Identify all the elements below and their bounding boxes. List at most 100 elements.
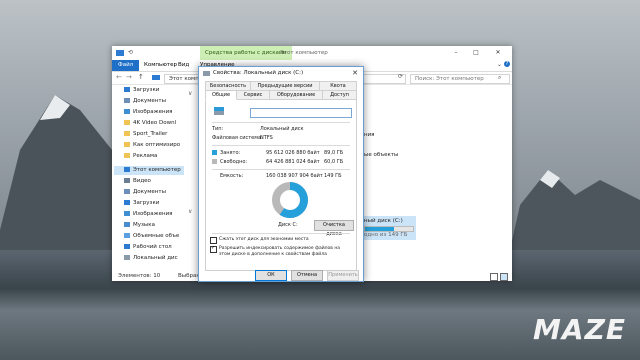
navigation-pane: Загрузки Документы Изображения 4K Video …	[112, 86, 184, 266]
ribbon-tab-file[interactable]: Файл	[112, 60, 140, 71]
item-count: Элементов: 10	[118, 273, 161, 279]
music-icon	[124, 222, 130, 227]
used-gb: 89,0 ГБ	[324, 150, 344, 156]
content-item[interactable]: ния	[364, 132, 374, 138]
nav-item[interactable]: Sport_Trailer	[124, 130, 167, 139]
free-gb: 60,0 ГБ	[324, 159, 344, 165]
download-icon	[124, 200, 130, 205]
explorer-titlebar[interactable]: ⟲ Средства работы с дисками Этот компьют…	[112, 46, 512, 60]
index-label: Разрешить индексировать содержимое файло…	[219, 246, 341, 257]
folder-icon	[124, 131, 130, 136]
disk-tools-context-tab[interactable]: Средства работы с дисками	[200, 46, 292, 60]
drive-icon	[214, 107, 224, 115]
3d-objects-icon	[124, 233, 130, 238]
minimize-button[interactable]: –	[448, 46, 464, 60]
drive-icon	[124, 255, 130, 260]
tab-general[interactable]: Общие	[205, 90, 237, 100]
drive-free-text: одно из 149 ГБ	[364, 232, 408, 238]
nav-item[interactable]: Как оптимизиро	[124, 141, 180, 150]
nav-item[interactable]: Загрузки	[124, 86, 159, 95]
back-icon[interactable]: ←	[116, 73, 122, 81]
disk-usage-donut	[272, 182, 308, 218]
forward-icon[interactable]: →	[126, 73, 132, 81]
disk-caption: Диск C:	[278, 222, 298, 228]
nav-item[interactable]: Локальный дис	[124, 254, 178, 263]
divider	[212, 122, 350, 123]
search-input[interactable]: Поиск: Этот компьютер	[410, 74, 510, 84]
nav-item[interactable]: Видео	[124, 177, 151, 186]
pictures-icon	[124, 109, 130, 114]
free-label: Свободно:	[220, 159, 248, 165]
computer-icon	[124, 167, 130, 172]
computer-icon	[152, 75, 160, 80]
nav-item[interactable]: Изображения	[124, 210, 172, 219]
content-item[interactable]: ые объекты	[364, 152, 398, 158]
nav-item[interactable]: Загрузки	[124, 199, 159, 208]
drive-icon	[203, 71, 210, 76]
divider	[212, 169, 350, 170]
collapse-chevron-icon[interactable]: ∨	[188, 90, 192, 97]
dialog-titlebar[interactable]: Свойства: Локальный диск (C:) ✕	[199, 67, 363, 80]
close-button[interactable]: ✕	[490, 46, 506, 60]
nav-item[interactable]: 4K Video Downl	[124, 119, 176, 128]
compress-checkbox[interactable]	[210, 237, 217, 244]
capacity-label: Емкость:	[220, 173, 244, 179]
up-icon[interactable]: ↑	[138, 73, 144, 81]
nav-item[interactable]: Музыка	[124, 221, 155, 230]
nav-item-this-pc[interactable]: Этот компьютер	[114, 166, 184, 175]
desktop-icon	[124, 244, 130, 249]
volume-label-input[interactable]	[250, 108, 352, 118]
nav-item[interactable]: Документы	[124, 97, 166, 106]
collapse-chevron-icon[interactable]: ∨	[188, 208, 192, 215]
nav-item[interactable]: Рабочий стол	[124, 243, 172, 252]
disk-cleanup-button[interactable]: Очистка диска	[314, 220, 354, 237]
nav-item[interactable]: Документы	[124, 188, 166, 197]
fs-label: Файловая система:	[212, 135, 263, 141]
refresh-icon[interactable]: ⟳	[398, 73, 403, 80]
apply-button[interactable]: Применить	[327, 270, 359, 281]
capacity-bytes: 160 038 907 904 байт	[266, 173, 323, 179]
download-icon	[124, 87, 130, 92]
documents-icon	[124, 98, 130, 103]
divider	[212, 233, 350, 234]
free-swatch	[212, 159, 217, 164]
capacity-gb: 149 ГБ	[324, 173, 342, 179]
used-bytes: 95 612 026 880 байт	[266, 150, 320, 156]
tiles-view-icon[interactable]	[500, 273, 508, 281]
general-pane: Тип: Локальный диск Файловая система: NT…	[205, 99, 357, 271]
nav-item[interactable]: Изображения	[124, 108, 172, 117]
used-swatch	[212, 150, 217, 155]
drive-usage-fill	[365, 227, 394, 231]
nav-item[interactable]: Реклама	[124, 152, 157, 161]
folder-icon	[124, 153, 130, 158]
ribbon-tab-computer[interactable]: Компьютер	[144, 60, 177, 71]
nav-item[interactable]: Объемные объе	[124, 232, 179, 241]
chevron-down-icon[interactable]: ⌄	[497, 61, 502, 68]
dialog-title: Свойства: Локальный диск (C:)	[213, 70, 304, 76]
brand-watermark: MAZE	[533, 313, 626, 346]
help-icon[interactable]: ?	[504, 61, 510, 67]
folder-icon	[124, 120, 130, 125]
video-icon	[124, 178, 130, 183]
quick-access-toolbar-icon[interactable]	[116, 50, 124, 56]
fs-value: NTFS	[260, 135, 273, 141]
documents-icon	[124, 189, 130, 194]
undo-icon[interactable]: ⟲	[128, 49, 133, 56]
used-label: Занято:	[220, 150, 241, 156]
drive-label: ный диск (C:)	[364, 218, 403, 224]
ok-button[interactable]: ОК	[255, 270, 287, 281]
explorer-title: Этот компьютер	[280, 50, 328, 56]
properties-dialog[interactable]: Свойства: Локальный диск (C:) ✕ Безопасн…	[198, 66, 364, 282]
ribbon-tab-view[interactable]: Вид	[178, 60, 189, 71]
index-checkbox[interactable]	[210, 245, 217, 253]
details-view-icon[interactable]	[490, 273, 498, 281]
maximize-button[interactable]: □	[468, 46, 484, 60]
folder-icon	[124, 142, 130, 147]
cancel-button[interactable]: Отмена	[291, 270, 323, 281]
drive-c-tile[interactable]: ный диск (C:) одно из 149 ГБ	[362, 216, 416, 240]
pictures-icon	[124, 211, 130, 216]
dialog-close-icon[interactable]: ✕	[352, 67, 358, 80]
free-bytes: 64 426 881 024 байт	[266, 159, 320, 165]
type-label: Тип:	[212, 126, 224, 132]
type-value: Локальный диск	[260, 126, 304, 132]
